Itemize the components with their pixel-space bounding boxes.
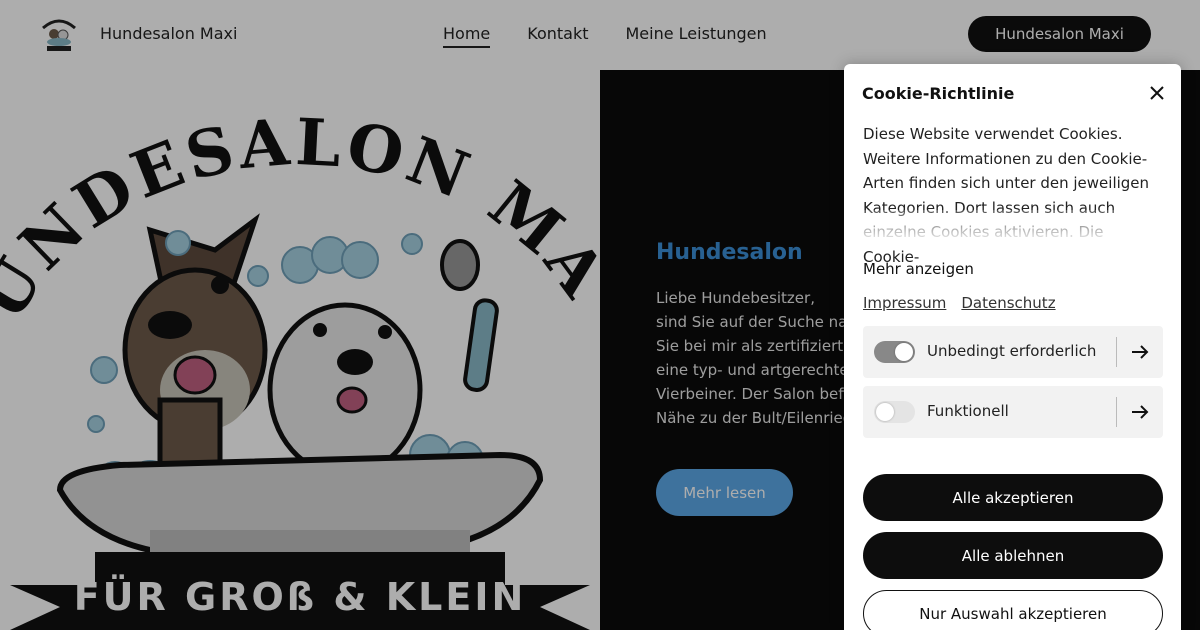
show-more-link[interactable]: Mehr anzeigen (863, 260, 974, 278)
arrow-right-icon[interactable] (1128, 340, 1152, 364)
cookie-description: Diese Website verwendet Cookies. Weitere… (863, 125, 1150, 266)
close-icon (1150, 86, 1164, 100)
category-label: Funktionell (927, 402, 1009, 420)
arrow-right-icon[interactable] (1128, 400, 1152, 424)
category-label: Unbedingt erforderlich (927, 342, 1097, 360)
required-toggle[interactable] (874, 341, 915, 363)
reject-all-button[interactable]: Alle ablehnen (863, 532, 1163, 579)
accept-selection-button[interactable]: Nur Auswahl akzeptieren (863, 590, 1163, 630)
category-row-required[interactable]: Unbedingt erforderlich (863, 326, 1163, 378)
toggle-knob (895, 343, 913, 361)
text-fade (844, 210, 1181, 244)
category-row-functional[interactable]: Funktionell (863, 386, 1163, 438)
datenschutz-link[interactable]: Datenschutz (961, 294, 1055, 312)
divider (1116, 337, 1117, 367)
legal-links: Impressum Datenschutz (863, 294, 1056, 312)
functional-toggle[interactable] (874, 401, 915, 423)
accept-all-button[interactable]: Alle akzeptieren (863, 474, 1163, 521)
cookie-dialog: Cookie-Richtlinie Diese Website verwende… (844, 64, 1181, 630)
close-button[interactable] (1144, 80, 1170, 106)
impressum-link[interactable]: Impressum (863, 294, 946, 312)
toggle-knob (876, 403, 894, 421)
divider (1116, 397, 1117, 427)
cookie-title: Cookie-Richtlinie (862, 84, 1015, 103)
